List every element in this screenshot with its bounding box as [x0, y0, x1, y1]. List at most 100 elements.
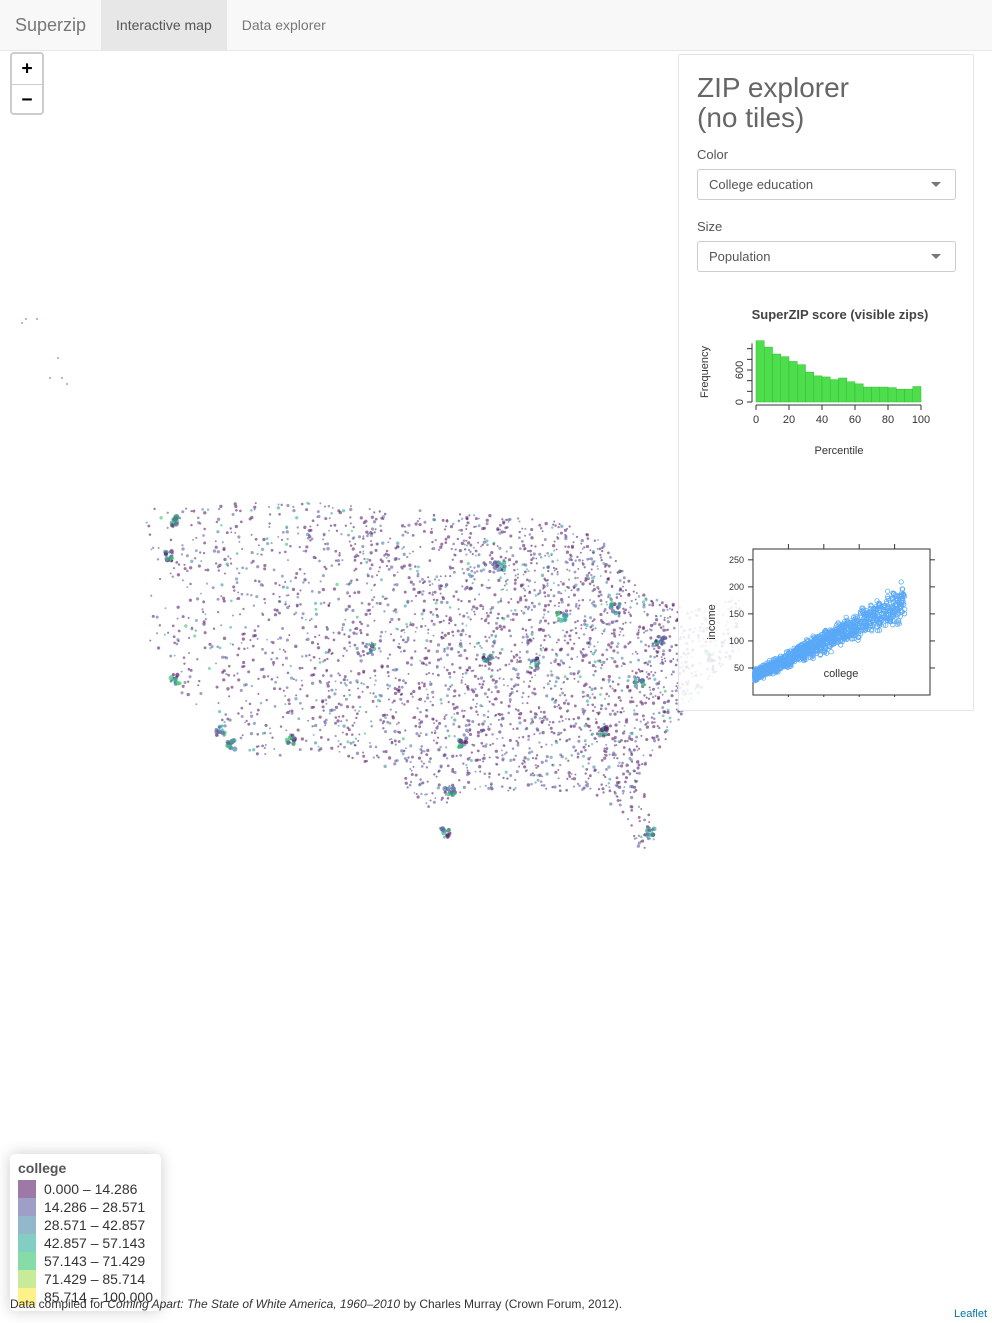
tab-data-explorer[interactable]: Data explorer [227, 0, 341, 50]
zip-point [321, 705, 325, 709]
zip-point [560, 580, 563, 583]
zip-point [334, 559, 338, 562]
zip-point [662, 685, 666, 689]
zip-point [355, 751, 360, 756]
size-select[interactable]: Population [697, 241, 956, 272]
zip-point [353, 591, 357, 595]
zip-point [337, 724, 340, 727]
zip-point [527, 685, 531, 688]
histogram-bar [813, 375, 823, 403]
zip-point [546, 552, 549, 555]
zip-point [440, 600, 444, 604]
zip-point [345, 719, 349, 722]
zip-point [237, 712, 240, 715]
color-select[interactable]: College education [697, 169, 956, 200]
zip-point [344, 524, 348, 527]
zoom-in-button[interactable]: + [12, 54, 42, 84]
zip-point [445, 519, 449, 523]
zip-point [405, 760, 408, 763]
zip-point [473, 645, 476, 648]
zip-point [406, 786, 409, 789]
zip-point [561, 691, 565, 695]
zip-point [434, 578, 437, 581]
zip-point [497, 612, 500, 616]
zip-point [163, 552, 169, 557]
zip-point [257, 677, 260, 680]
zip-point [466, 669, 469, 672]
zip-point [539, 627, 542, 630]
zip-point [607, 551, 610, 555]
zip-point [616, 757, 619, 760]
zip-point [615, 664, 619, 668]
zip-point [443, 633, 447, 637]
zip-point [253, 508, 256, 511]
zip-point [469, 758, 473, 762]
zip-point [410, 769, 413, 772]
zip-point [241, 637, 246, 641]
zip-point [275, 609, 279, 613]
zip-point [500, 627, 504, 631]
zip-point [540, 573, 545, 578]
zip-point [440, 798, 443, 801]
zip-point [535, 562, 538, 565]
zip-point [570, 694, 574, 698]
tab-interactive-map[interactable]: Interactive map [101, 0, 227, 50]
zip-point [329, 524, 333, 527]
zip-point [235, 567, 239, 570]
zip-point [418, 590, 422, 594]
zip-point [221, 541, 224, 544]
zip-point [431, 591, 434, 594]
zip-point [497, 578, 501, 583]
zip-point [169, 556, 174, 561]
zip-point [401, 638, 405, 642]
zip-point [596, 740, 598, 743]
zip-point [273, 747, 276, 750]
zip-point [296, 728, 300, 732]
zoom-out-button[interactable]: − [12, 83, 42, 113]
controls-panel[interactable]: ZIP explorer (no tiles) Color College ed… [678, 54, 974, 713]
zip-point [453, 689, 457, 693]
zip-point [375, 542, 379, 546]
zip-point [218, 725, 221, 729]
zip-point [601, 787, 605, 791]
zip-point [463, 648, 467, 652]
zip-point [666, 620, 670, 624]
zip-point [279, 725, 283, 728]
zip-point [363, 732, 367, 735]
zip-point [362, 754, 366, 758]
zip-point [185, 507, 188, 510]
zip-point [521, 696, 524, 699]
zip-point [555, 641, 558, 644]
zip-point [460, 599, 463, 603]
zip-point [467, 780, 471, 784]
zip-point [618, 720, 621, 724]
zip-point [590, 602, 594, 605]
app-brand[interactable]: Superzip [0, 0, 101, 50]
zip-point [414, 522, 418, 526]
zip-point [351, 756, 354, 760]
zip-point [496, 528, 500, 532]
zip-point [529, 662, 532, 665]
scatter-ylabel: income [706, 604, 718, 639]
zip-point [642, 600, 645, 604]
zip-point [605, 622, 608, 626]
zip-point [373, 596, 376, 599]
zip-point [501, 758, 505, 762]
zip-point [546, 582, 549, 585]
zip-point [435, 598, 439, 602]
zip-point [479, 785, 482, 788]
zip-point [583, 739, 587, 743]
zip-point [640, 702, 645, 706]
histogram-bar [830, 379, 839, 403]
zip-point [614, 729, 619, 733]
zip-point [249, 731, 254, 736]
zip-point [280, 574, 284, 578]
zip-point [451, 769, 455, 773]
zip-point [543, 648, 547, 652]
zip-point [288, 605, 291, 608]
zip-point [648, 837, 651, 840]
zip-point [659, 626, 663, 629]
zip-point [479, 644, 482, 648]
zip-point [302, 581, 305, 584]
zip-point [583, 622, 587, 626]
